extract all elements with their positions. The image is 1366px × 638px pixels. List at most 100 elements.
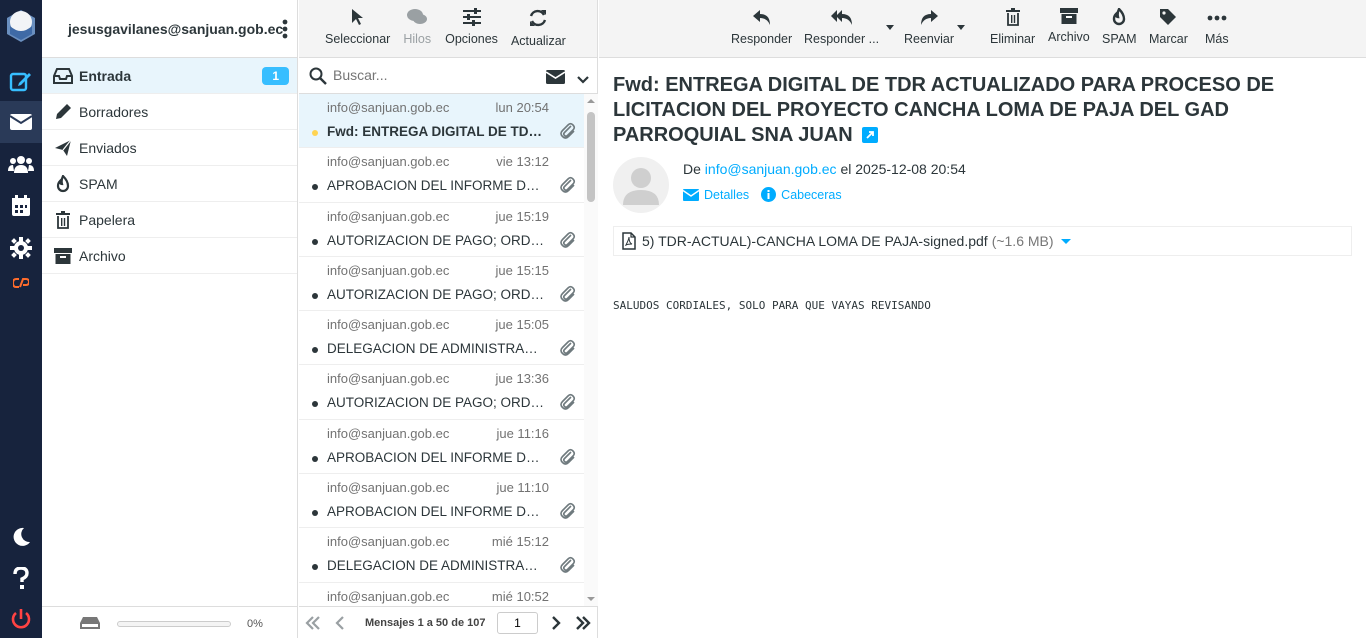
app-logo[interactable] — [4, 6, 38, 48]
logout-power-icon[interactable] — [0, 598, 42, 638]
search-icon[interactable] — [309, 67, 327, 90]
attachment-item[interactable]: 5) TDR-ACTUAL)-CANCHA LOMA DE PAJA-signe… — [613, 226, 1352, 256]
email-date: 2025-12-08 20:54 — [855, 161, 966, 177]
options-button[interactable]: Opciones — [445, 0, 498, 57]
mark-button[interactable]: Marcar — [1149, 0, 1188, 46]
refresh-button[interactable]: Actualizar — [511, 0, 566, 57]
message-date: jue 11:10 — [496, 480, 549, 496]
archive-box-icon — [52, 246, 74, 266]
scroll-down-arrow-icon[interactable] — [584, 594, 598, 604]
reply-label: Responder — [731, 32, 793, 46]
compose-icon[interactable] — [0, 60, 42, 102]
message-preview-panel: Responder Responder ... Reenviar Elimina… — [599, 0, 1366, 638]
scroll-up-arrow-icon[interactable] — [584, 96, 598, 106]
message-subject: DELEGACION DE ADMINISTRADOR DE CONTRATO — [327, 558, 547, 574]
calendar-icon[interactable] — [0, 185, 42, 227]
message-sender: info@sanjuan.gob.ec — [327, 262, 450, 278]
message-status-dot-icon[interactable] — [312, 238, 318, 245]
message-date: lun 20:54 — [495, 100, 550, 115]
options-label: Opciones — [445, 32, 498, 46]
message-row[interactable]: info@sanjuan.gob.ec jue 15:05 DELEGACION D… — [299, 311, 584, 366]
search-scope-envelope-icon[interactable] — [545, 70, 566, 89]
account-menu-kebab-icon[interactable] — [281, 18, 289, 40]
date-prefix: el — [840, 161, 852, 177]
message-status-dot-icon[interactable] — [312, 564, 318, 571]
message-sender: info@sanjuan.gob.ec — [327, 317, 450, 333]
forward-label: Reenviar — [904, 32, 955, 46]
message-row[interactable]: info@sanjuan.gob.ec lun 20:54 Fwd: ENTREGA… — [299, 94, 584, 149]
scrollbar-thumb[interactable] — [587, 112, 595, 202]
first-page-icon[interactable] — [305, 616, 321, 633]
folder-sent[interactable]: Enviados — [42, 130, 297, 166]
reply-button[interactable]: Responder — [731, 0, 792, 46]
forward-dropdown-caret-icon[interactable] — [957, 25, 965, 30]
message-status-dot-icon[interactable] — [312, 401, 318, 408]
search-input[interactable] — [333, 67, 533, 83]
search-bar — [299, 58, 597, 94]
paperclip-attachment-icon — [560, 285, 576, 308]
next-page-icon[interactable] — [551, 616, 561, 633]
message-status-dot-icon[interactable] — [312, 184, 318, 191]
tag-icon — [1160, 9, 1177, 25]
message-status-dot-icon[interactable] — [312, 292, 318, 299]
more-button[interactable]: Más — [1205, 0, 1229, 46]
folder-trash[interactable]: Papelera — [42, 202, 297, 238]
folder-spam[interactable]: SPAM — [42, 166, 297, 202]
message-subject: AUTORIZACION DE PAGO; ORDEN DE PAGO — [327, 286, 547, 302]
message-row[interactable]: info@sanjuan.gob.ec jue 11:16 APROBACION D… — [299, 420, 584, 475]
folder-inbox[interactable]: Entrada 1 — [42, 58, 297, 94]
message-status-dot-icon[interactable] — [312, 510, 318, 517]
message-sender: info@sanjuan.gob.ec — [327, 208, 450, 224]
folder-archive[interactable]: Archivo — [42, 238, 297, 274]
message-status-dot-icon[interactable] — [312, 455, 318, 462]
forward-button[interactable]: Reenviar — [904, 0, 954, 46]
quota-bar — [117, 621, 231, 627]
help-question-icon[interactable] — [0, 558, 42, 600]
folder-drafts[interactable]: Borradores — [42, 94, 297, 130]
message-date: vie 13:12 — [496, 154, 549, 170]
previous-page-icon[interactable] — [335, 616, 345, 633]
dark-mode-moon-icon[interactable] — [0, 516, 42, 558]
contacts-icon[interactable] — [0, 143, 42, 185]
sender-email-link[interactable]: info@sanjuan.gob.ec — [705, 161, 837, 177]
details-link[interactable]: Detalles — [683, 187, 749, 202]
message-status-dot-icon[interactable] — [312, 130, 318, 136]
message-status-dot-icon[interactable] — [312, 347, 318, 354]
message-list-scrollbar[interactable] — [584, 94, 598, 606]
last-page-icon[interactable] — [575, 616, 591, 633]
folder-label: Papelera — [79, 211, 136, 228]
folder-label: Archivo — [79, 247, 126, 264]
message-sender: info@sanjuan.gob.ec — [327, 425, 450, 441]
search-options-chevron-down-icon[interactable] — [577, 71, 589, 89]
message-sender: info@sanjuan.gob.ec — [327, 100, 450, 115]
headers-label: Cabeceras — [781, 187, 842, 202]
reply-all-button[interactable]: Responder ... — [804, 0, 879, 46]
details-label: Detalles — [704, 187, 750, 202]
message-row[interactable]: info@sanjuan.gob.ec jue 13:36 AUTORIZACION… — [299, 365, 584, 420]
message-row[interactable]: info@sanjuan.gob.ec jue 11:10 APROBACION D… — [299, 474, 584, 529]
message-sender: info@sanjuan.gob.ec — [327, 371, 450, 387]
message-row[interactable]: info@sanjuan.gob.ec jue 15:15 AUTORIZACION… — [299, 257, 584, 312]
plugin-cpanel-icon[interactable] — [0, 262, 42, 304]
threads-label: Hilos — [403, 32, 432, 46]
message-row[interactable]: info@sanjuan.gob.ec mié 15:12 DELEGACION D… — [299, 528, 584, 583]
attachment-menu-caret-icon[interactable] — [1060, 238, 1071, 244]
message-sender: info@sanjuan.gob.ec — [327, 534, 450, 550]
headers-link[interactable]: Cabeceras — [761, 187, 842, 202]
cursor-arrow-icon — [351, 9, 363, 25]
attachment-name: 5) TDR-ACTUAL)-CANCHA LOMA DE PAJA-signe… — [642, 233, 988, 249]
message-row[interactable]: info@sanjuan.gob.ec vie 13:12 APROBACION D… — [299, 148, 584, 203]
header-links: Detalles Cabeceras — [683, 187, 842, 202]
threads-button[interactable]: Hilos — [403, 0, 431, 57]
archive-button[interactable]: Archivo — [1048, 0, 1090, 44]
page-number-input[interactable] — [497, 612, 538, 634]
archive-box-icon — [1059, 8, 1078, 24]
select-button[interactable]: Seleccionar — [325, 0, 390, 57]
delete-button[interactable]: Eliminar — [990, 0, 1035, 46]
open-in-new-window-icon[interactable] — [862, 125, 879, 150]
message-row[interactable]: info@sanjuan.gob.ec mié 10:52 — [299, 583, 584, 606]
reply-all-dropdown-caret-icon[interactable] — [886, 25, 894, 30]
mail-icon[interactable] — [0, 101, 42, 143]
message-row[interactable]: info@sanjuan.gob.ec jue 15:19 AUTORIZACION… — [299, 203, 584, 257]
spam-button[interactable]: SPAM — [1102, 0, 1137, 46]
